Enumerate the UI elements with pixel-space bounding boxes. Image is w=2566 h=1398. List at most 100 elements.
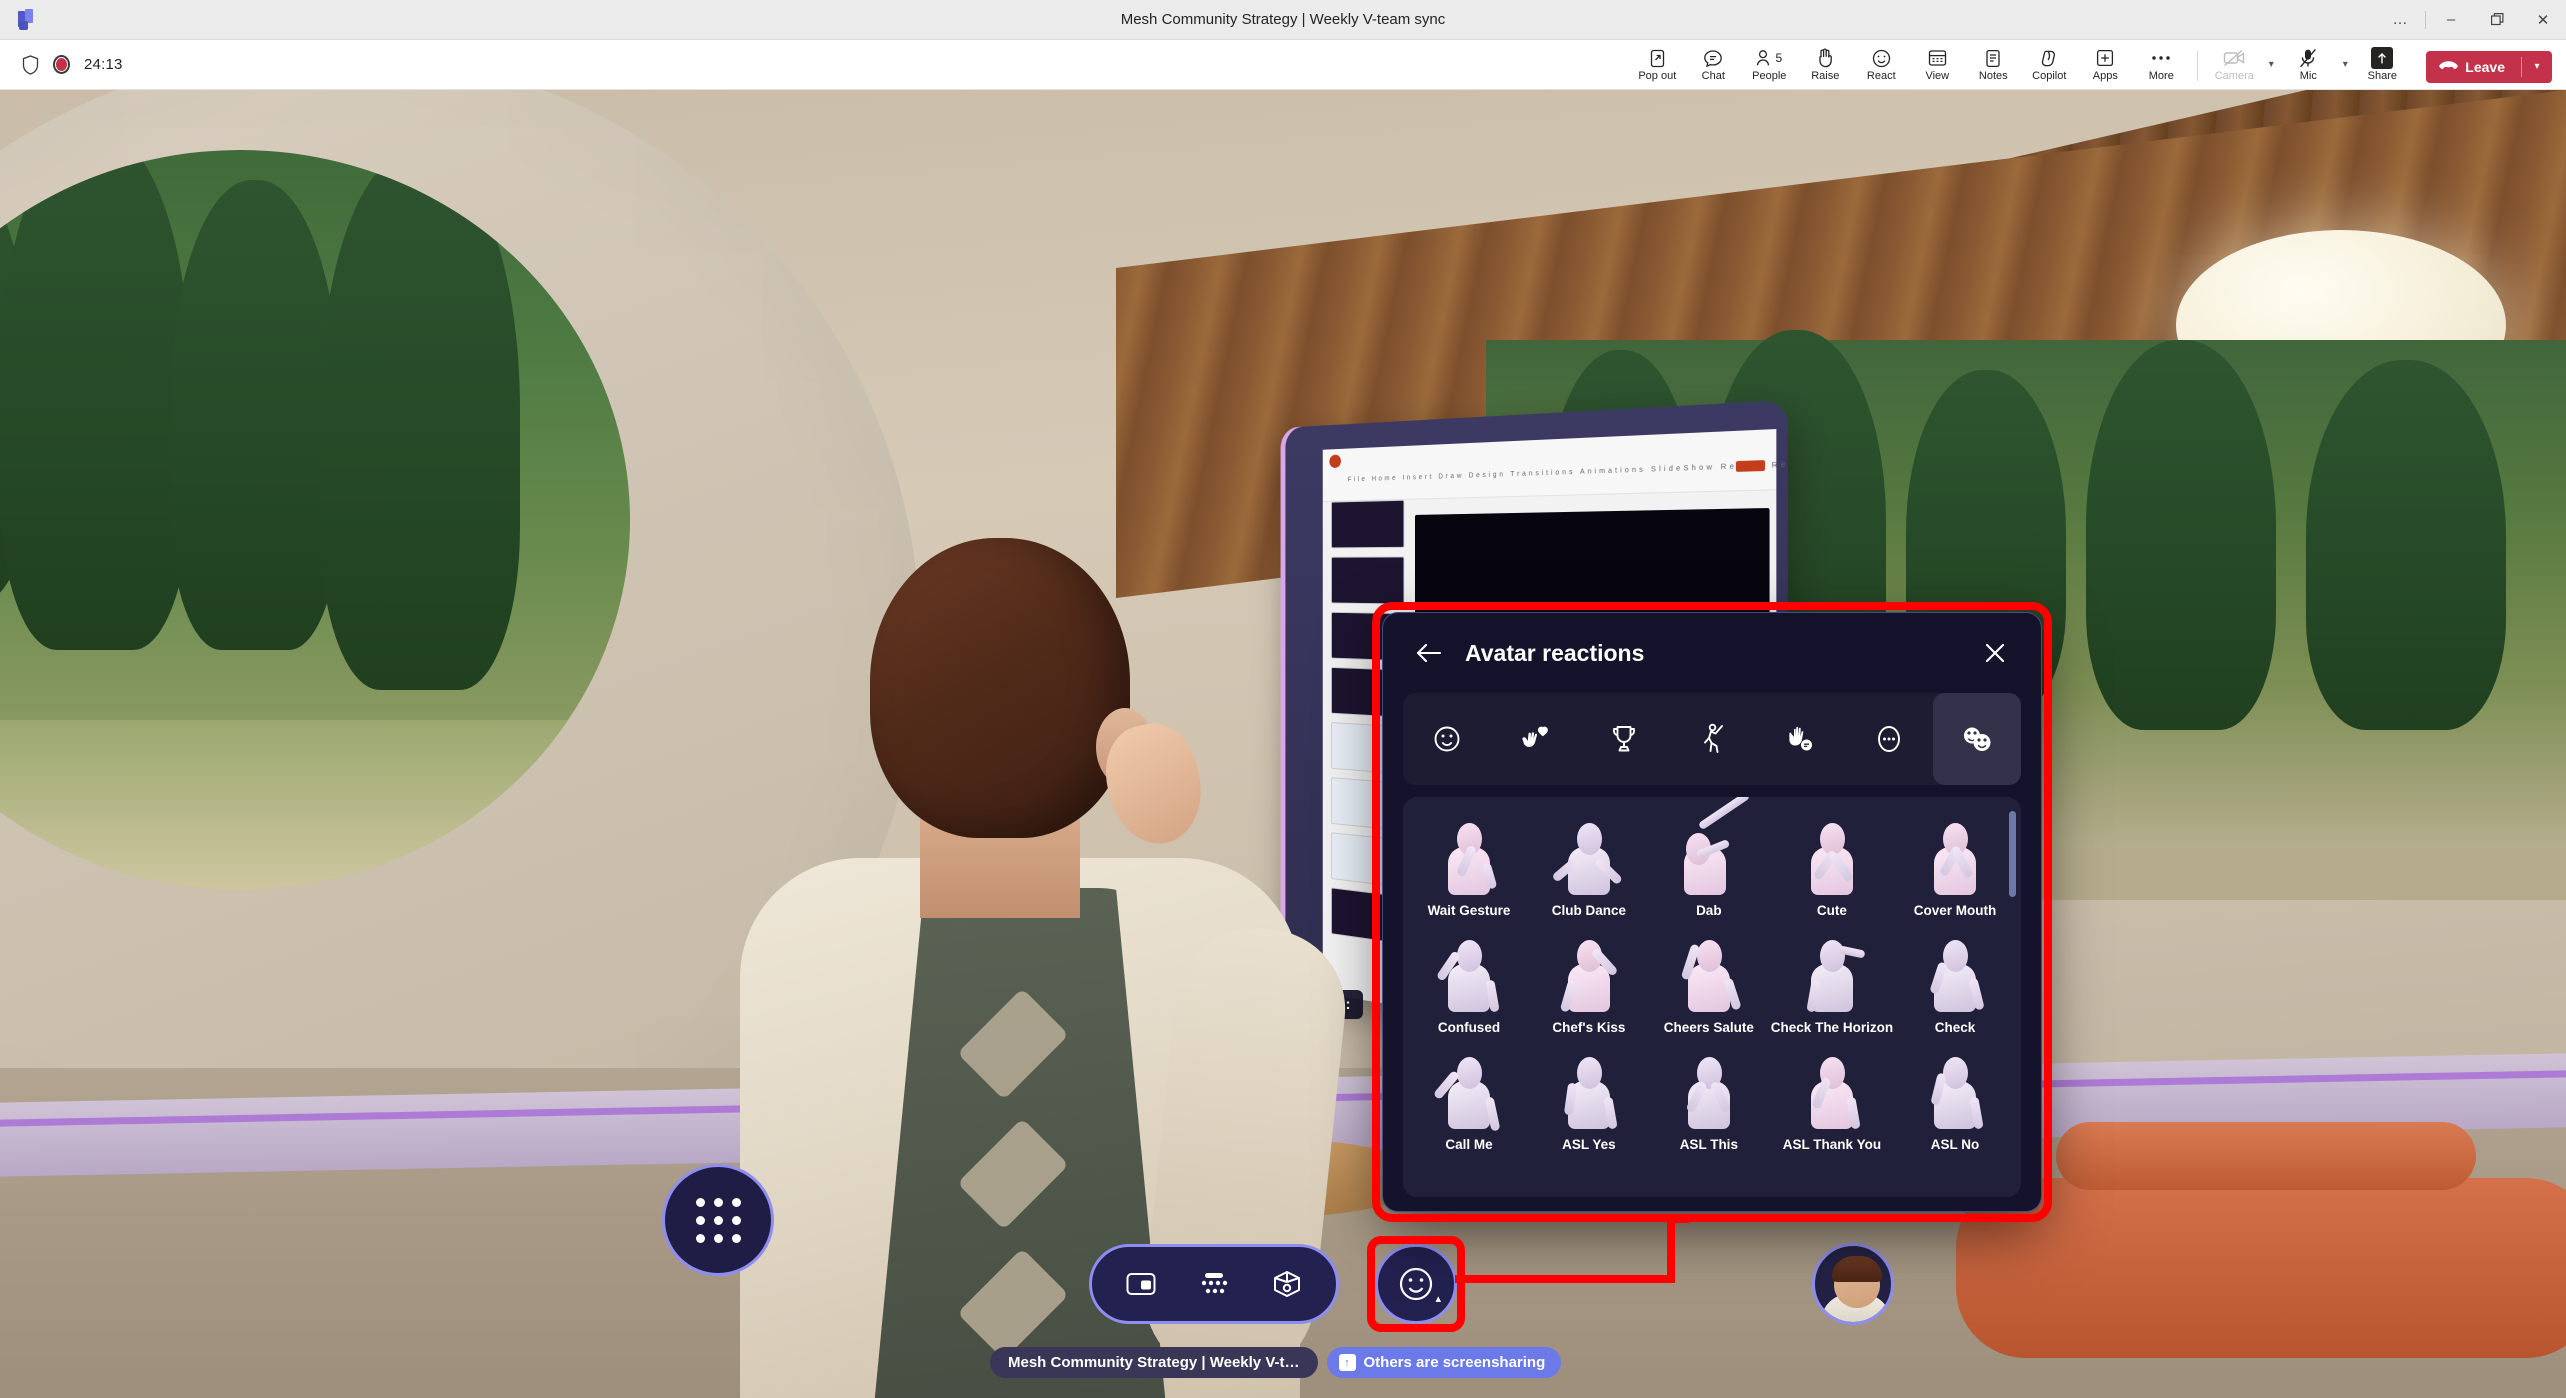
people-count-badge: 5: [1775, 51, 1782, 65]
reaction-figure-icon: [1672, 1053, 1746, 1133]
reaction-item[interactable]: ASL Yes: [1529, 1043, 1649, 1160]
tab-dance[interactable]: [1668, 693, 1756, 785]
react-button[interactable]: React: [1853, 40, 1909, 90]
reaction-item[interactable]: ASL No: [1895, 1043, 2015, 1160]
status-chip-row: Mesh Community Strategy | Weekly V-t… ↑ …: [990, 1347, 1561, 1378]
reaction-category-tabs: [1403, 693, 2021, 785]
chat-button[interactable]: Chat: [1685, 40, 1741, 90]
tab-all[interactable]: [1933, 693, 2021, 785]
app-grid-button[interactable]: [662, 1164, 774, 1276]
leave-chevron-down-icon[interactable]: ▾: [2522, 51, 2552, 83]
avatar-reactions-panel: Avatar reactions Wait Gesture Club Dance…: [1382, 612, 2042, 1212]
tab-gestures[interactable]: [1756, 693, 1844, 785]
view-label: View: [1925, 70, 1949, 82]
people-button[interactable]: 5 People: [1741, 40, 1797, 90]
leave-label: Leave: [2465, 59, 2505, 75]
mesh-bottom-toolbar: [1089, 1244, 1339, 1324]
reaction-label: Wait Gesture: [1428, 903, 1511, 918]
reactions-scrollbar[interactable]: [2009, 811, 2016, 897]
reaction-figure-icon: [1795, 936, 1869, 1016]
camera-chevron-down-icon[interactable]: ▾: [2262, 40, 2280, 90]
reaction-label: Check The Horizon: [1771, 1020, 1893, 1035]
self-avatar-thumbnail[interactable]: [1812, 1243, 1894, 1325]
pop-out-button[interactable]: Pop out: [1629, 40, 1685, 90]
reaction-item[interactable]: Check The Horizon: [1769, 926, 1895, 1043]
mic-muted-icon: [2299, 47, 2317, 69]
reaction-figure-icon: [1432, 936, 1506, 1016]
reaction-label: Dab: [1696, 903, 1722, 918]
tab-celebrate[interactable]: [1580, 693, 1668, 785]
shield-icon[interactable]: [22, 55, 39, 75]
window-more-icon[interactable]: …: [2377, 0, 2423, 40]
camera-button[interactable]: Camera: [2206, 40, 2262, 90]
reaction-label: ASL Thank You: [1783, 1137, 1881, 1152]
share-screen-icon: [2371, 47, 2393, 69]
reaction-figure-icon: [1432, 1053, 1506, 1133]
reaction-label: Check: [1935, 1020, 1976, 1035]
apps-button[interactable]: Apps: [2077, 40, 2133, 90]
more-button[interactable]: More: [2133, 40, 2189, 90]
raise-hand-icon: [1816, 47, 1834, 69]
chat-icon: [1703, 47, 1723, 69]
meeting-status-group: 24:13: [22, 55, 123, 75]
meeting-timer: 24:13: [84, 56, 123, 73]
reaction-item[interactable]: Wait Gesture: [1409, 809, 1529, 926]
notes-label: Notes: [1979, 70, 2008, 82]
reaction-item[interactable]: Cute: [1769, 809, 1895, 926]
immersive-space-button[interactable]: [1259, 1256, 1315, 1312]
avatar-reactions-button[interactable]: ▴: [1375, 1244, 1457, 1324]
reaction-item[interactable]: ASL This: [1649, 1043, 1769, 1160]
notes-button[interactable]: Notes: [1965, 40, 2021, 90]
recording-indicator-icon: [53, 55, 70, 74]
reactions-grid-container: Wait Gesture Club Dance Dab Cute Cover M…: [1403, 797, 2021, 1197]
restore-icon[interactable]: [2474, 0, 2520, 40]
immersive-scene: File Home Insert Draw Design Transitions…: [0, 90, 2566, 1398]
reaction-item[interactable]: ASL Thank You: [1769, 1043, 1895, 1160]
minimize-icon[interactable]: –: [2428, 0, 2474, 40]
tab-applause[interactable]: [1491, 693, 1579, 785]
reaction-item[interactable]: Confused: [1409, 926, 1529, 1043]
reaction-label: Club Dance: [1552, 903, 1626, 918]
reaction-item[interactable]: Cover Mouth: [1895, 809, 2015, 926]
window-title: Mesh Community Strategy | Weekly V-team …: [0, 11, 2566, 28]
divider: [2425, 11, 2426, 29]
raise-hand-button[interactable]: Raise: [1797, 40, 1853, 90]
pop-out-label: Pop out: [1638, 70, 1676, 82]
divider: [2197, 51, 2198, 81]
close-icon[interactable]: [1975, 633, 2015, 673]
reaction-item[interactable]: Cheers Salute: [1649, 926, 1769, 1043]
mic-button[interactable]: Mic: [2280, 40, 2336, 90]
meeting-actions: Pop out Chat 5 People Raise React View N…: [1629, 40, 2566, 90]
mic-chevron-down-icon[interactable]: ▾: [2336, 40, 2354, 90]
back-arrow-icon[interactable]: [1409, 633, 1449, 673]
reaction-item[interactable]: Chef's Kiss: [1529, 926, 1649, 1043]
more-label: More: [2149, 70, 2174, 82]
view-button[interactable]: View: [1909, 40, 1965, 90]
window-controls: … – ✕: [2377, 0, 2566, 40]
leave-main[interactable]: Leave: [2426, 51, 2521, 83]
apps-plus-icon: [2096, 47, 2114, 69]
title-bar: Mesh Community Strategy | Weekly V-team …: [0, 0, 2566, 40]
layout-toggle-button[interactable]: [1113, 1256, 1169, 1312]
react-label: React: [1867, 70, 1896, 82]
reaction-item[interactable]: Call Me: [1409, 1043, 1529, 1160]
copilot-button[interactable]: Copilot: [2021, 40, 2077, 90]
screenshare-icon: ↑: [1339, 1354, 1356, 1371]
leave-button[interactable]: Leave ▾: [2426, 51, 2552, 83]
screensharing-status-chip: ↑ Others are screensharing: [1327, 1347, 1562, 1378]
camera-label: Camera: [2215, 70, 2254, 82]
reaction-item[interactable]: Club Dance: [1529, 809, 1649, 926]
reaction-figure-icon: [1918, 819, 1992, 899]
tab-more[interactable]: [1844, 693, 1932, 785]
reaction-label: Cute: [1817, 903, 1847, 918]
reaction-item[interactable]: Check: [1895, 926, 2015, 1043]
view-layout-icon: [1928, 47, 1947, 69]
seating-button[interactable]: [1186, 1256, 1242, 1312]
tab-emotions[interactable]: [1403, 693, 1491, 785]
reaction-item[interactable]: Dab: [1649, 809, 1769, 926]
close-icon[interactable]: ✕: [2520, 0, 2566, 40]
people-label: People: [1752, 70, 1786, 82]
share-button[interactable]: Share: [2354, 40, 2410, 90]
screensharing-label: Others are screensharing: [1364, 1354, 1546, 1371]
react-smiley-icon: [1872, 47, 1891, 69]
